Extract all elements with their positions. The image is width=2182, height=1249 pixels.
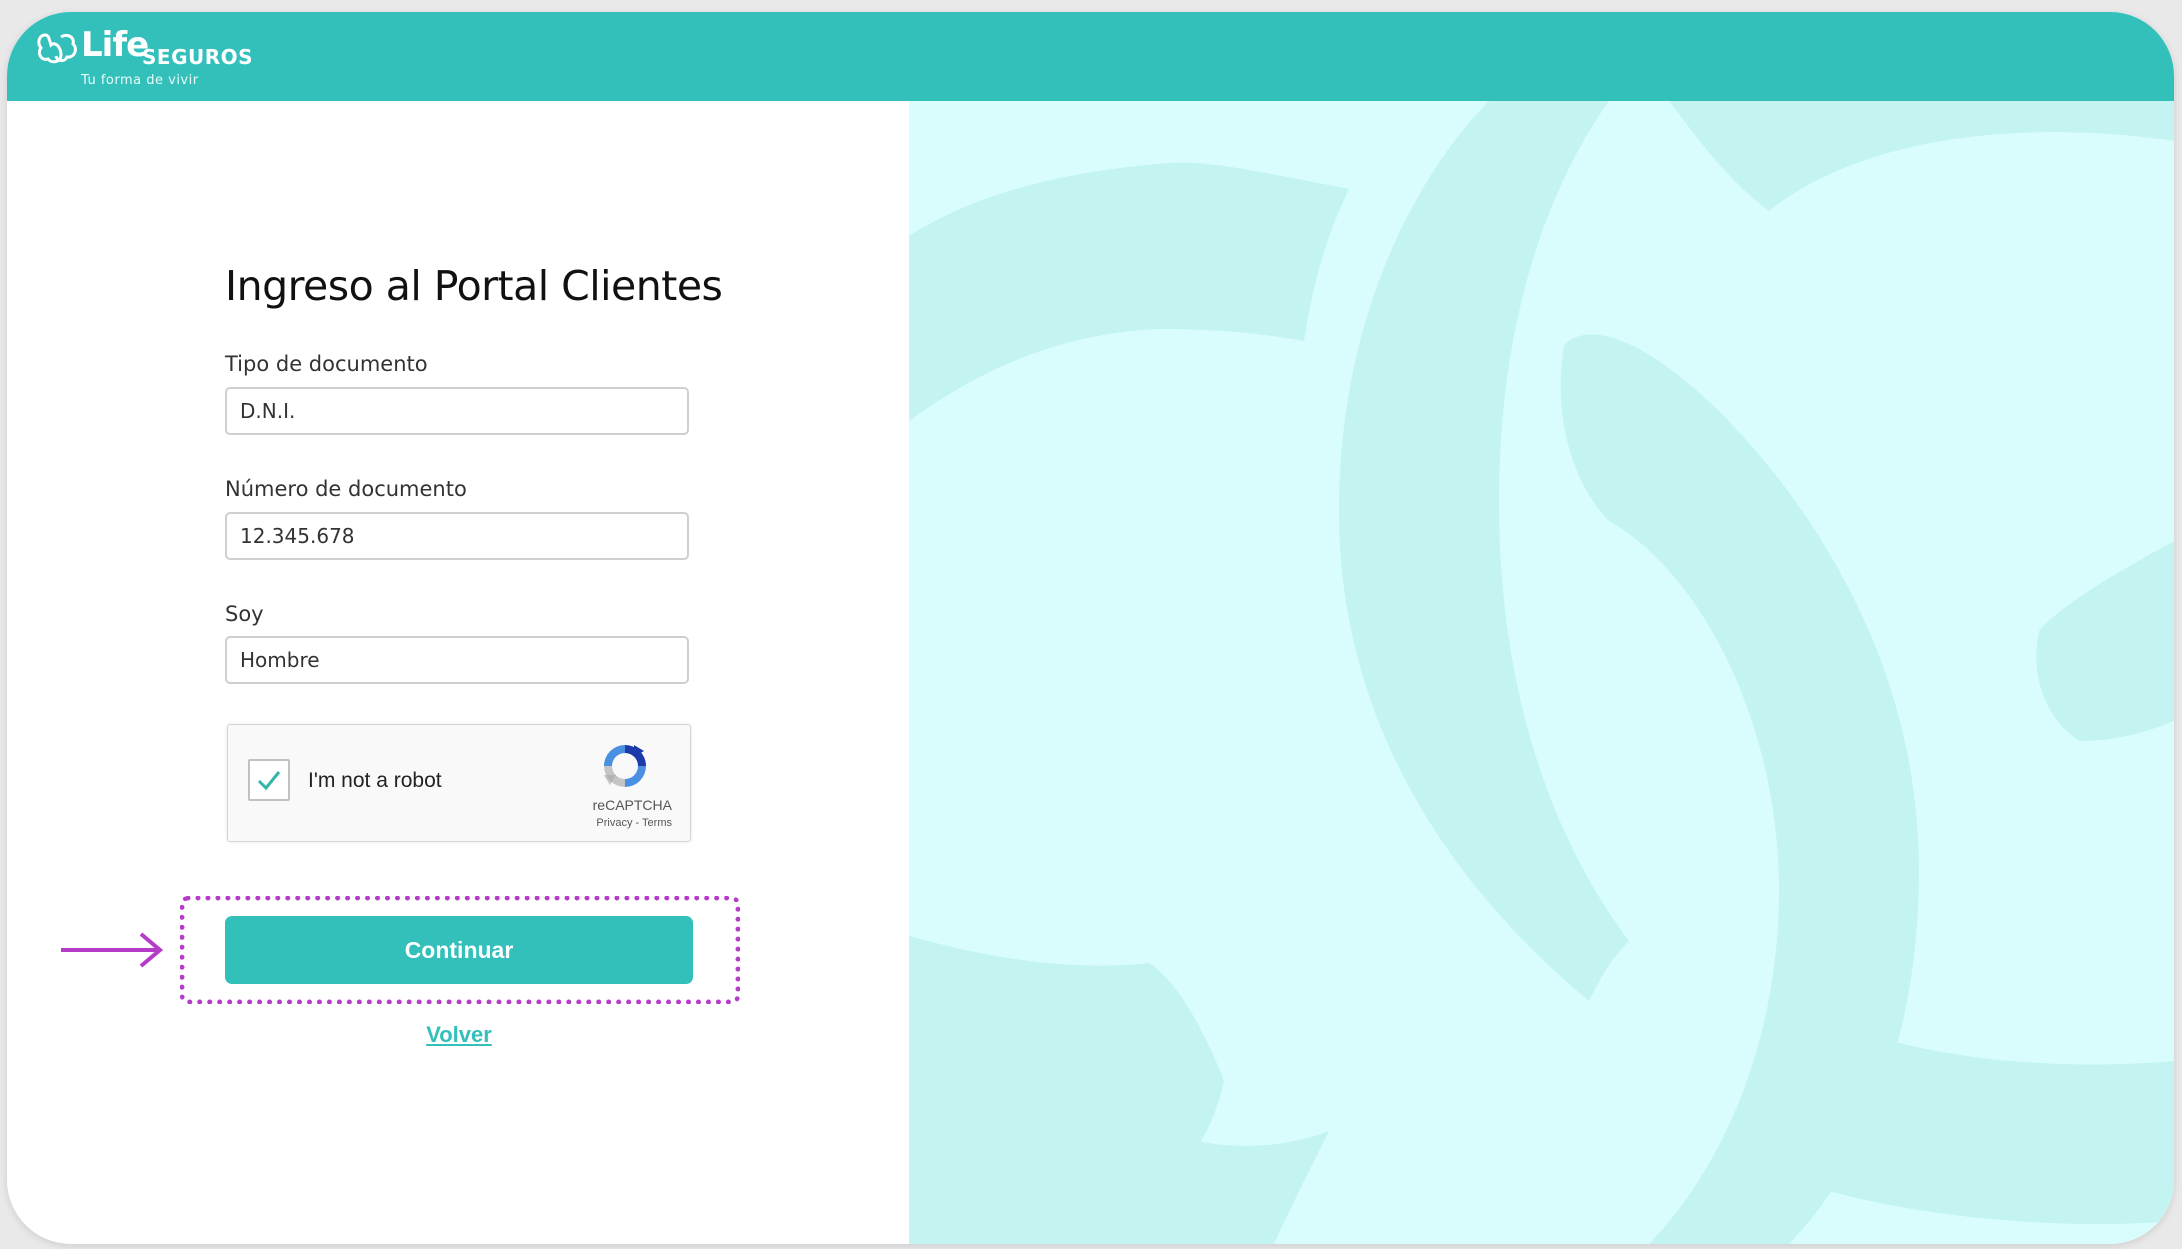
recaptcha-icon bbox=[604, 745, 646, 787]
checkmark-icon bbox=[257, 771, 281, 791]
browser-window: Life SEGUROS Tu forma de vivir Ingreso a… bbox=[7, 12, 2174, 1244]
document-type-label: Tipo de documento bbox=[225, 352, 428, 376]
page-title: Ingreso al Portal Clientes bbox=[225, 262, 723, 310]
decorative-logo-shapes bbox=[909, 101, 2174, 1244]
gender-label: Soy bbox=[225, 602, 264, 626]
recaptcha-brand: reCAPTCHA bbox=[592, 797, 672, 813]
brand-suffix: SEGUROS bbox=[142, 45, 254, 69]
recaptcha-widget: I'm not a robot reCAPTCHA Privacy - Term… bbox=[227, 724, 691, 842]
top-header: Life SEGUROS Tu forma de vivir bbox=[7, 12, 2174, 101]
document-number-input[interactable]: 12.345.678 bbox=[225, 512, 689, 560]
document-number-label: Número de documento bbox=[225, 477, 467, 501]
arrow-right-icon bbox=[61, 932, 164, 968]
life-logo-icon bbox=[37, 33, 77, 64]
continue-button[interactable]: Continuar bbox=[225, 916, 693, 984]
recaptcha-privacy-terms-links[interactable]: Privacy - Terms bbox=[596, 817, 672, 829]
gender-select[interactable]: Hombre bbox=[225, 636, 689, 684]
recaptcha-label: I'm not a robot bbox=[308, 769, 442, 792]
brand-name: Life bbox=[81, 25, 149, 65]
document-type-select[interactable]: D.N.I. bbox=[225, 387, 689, 435]
decorative-background-panel bbox=[909, 101, 2174, 1244]
recaptcha-checkbox[interactable] bbox=[248, 759, 290, 801]
back-link[interactable]: Volver bbox=[225, 1022, 693, 1048]
brand-tagline: Tu forma de vivir bbox=[81, 73, 199, 88]
life-seguros-logo[interactable]: Life SEGUROS Tu forma de vivir bbox=[37, 25, 257, 97]
